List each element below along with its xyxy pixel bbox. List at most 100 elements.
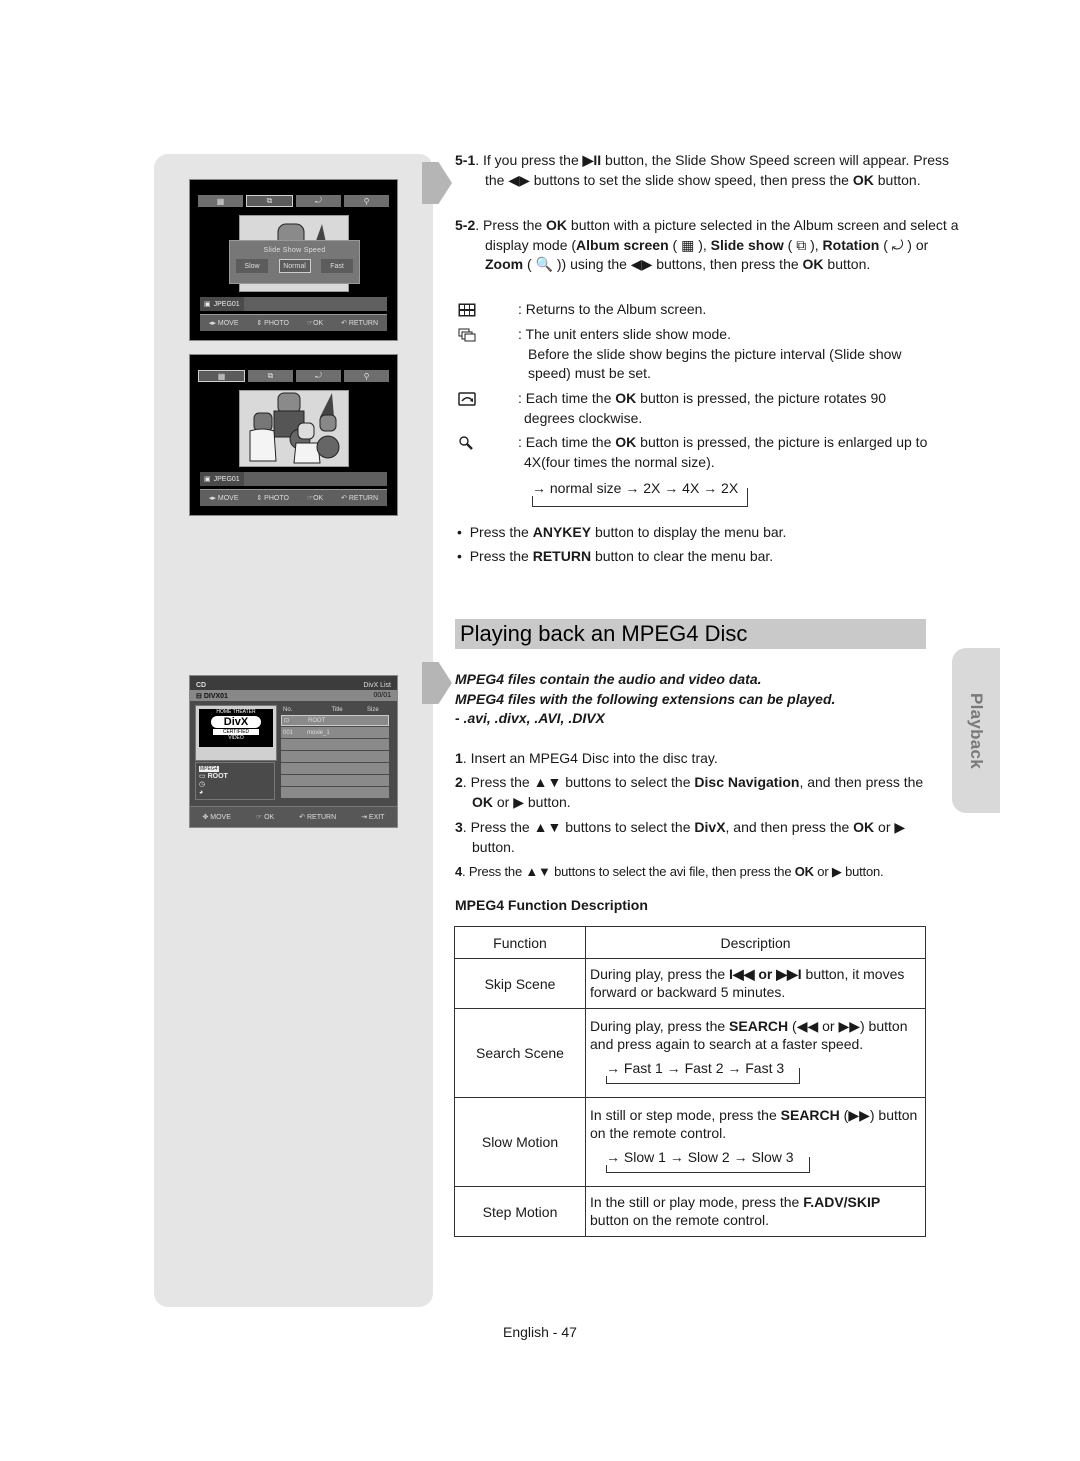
speed-slow-option[interactable]: Slow [236,259,268,273]
folder-bar: ⊟ DIVX01 00/01 [190,690,397,701]
step-text: . Press the ▲▼ buttons to select the [462,774,695,790]
ok-label: OK [546,217,568,233]
function-desc: In the still or play mode, press the F.A… [585,1186,926,1237]
fast-cycle-text: → Fast 1 → Fast 2 → Fast 3 [606,1060,789,1076]
step-text: . Press the [475,217,547,233]
step-text: . Press the ▲▼ buttons to select the avi… [462,864,795,879]
album-grid-icon [458,303,476,317]
zoom-label: Zoom [485,256,524,273]
file-name-bar: ▣ JPEG01 [200,297,387,311]
nav-ok: ☞OK [306,320,324,327]
nav-move: ◂▸ MOVE [208,495,239,502]
fast-cycle-diagram: → Fast 1 → Fast 2 → Fast 3 [606,1059,800,1084]
intro-line: MPEG4 files contain the audio and video … [455,671,762,687]
step-number: 4 [455,864,463,879]
desc-pre: During play, press the [590,965,730,982]
list-item[interactable]: ⊡ ROOT [281,715,389,726]
step-text: or ▶ button. [493,793,571,810]
step-number: 5-2 [455,217,476,233]
parent-folder-icon: ⊡ [284,718,290,724]
step-text: ( ⤾ ) or [879,236,929,253]
album-grid-icon[interactable]: ▦ [198,370,245,382]
osd-divx-list-screen: CD DivX List ⊟ DIVX01 00/01 HOME THEATER… [189,675,398,828]
osd-nav-bar: ◂▸ MOVE ⇕ PHOTO ☞OK ↶ RETURN [200,489,387,506]
col-no: No. [283,707,293,713]
divx-label: DivX [694,819,726,835]
dialog-title: Slide Show Speed [263,247,326,254]
bullet-pre: Press the [469,524,533,540]
desc-pre: During play, press the [590,1018,730,1034]
file-name: JPEG01 [213,475,240,483]
item-title: ROOT [308,717,326,724]
icon-desc-album: : Returns to the Album screen. [458,300,928,320]
empty-row [281,751,389,762]
ok-label: OK [615,390,637,406]
step-5-1: 5-1. If you press the ▶II button, the Sl… [455,151,960,190]
list-item[interactable]: 001 movie_1 [281,727,389,738]
file-name: JPEG01 [213,300,240,308]
file-list-header: No. Title Size [281,705,389,715]
function-name: Step Motion [454,1186,586,1237]
osd-mode-tabs: ▦ ⧉ ⤾ ⚲ [198,195,389,207]
step-text: button. [873,171,921,188]
nav-return: ↶ RETURN [341,320,379,327]
intro-line: - .avi, .divx, .AVI, .DIVX [455,710,605,726]
icon-desc-text: : Each time the OK button is pressed, th… [518,433,928,472]
format-badge: MPEG4 [199,766,219,772]
list-title: DivX List [363,682,391,689]
slideshow-icon[interactable]: ⧉ [246,195,293,207]
step-number: 3 [455,819,463,835]
bullet-post: button to clear the menu bar. [591,547,774,564]
nav-move: ✥ MOVE [202,814,231,821]
photo-file-icon: ▣ [204,476,211,483]
section-arrow-icon [422,662,452,704]
slideshow-icon[interactable]: ⧉ [248,370,293,382]
col-size: Size [367,707,379,713]
photo-file-icon: ▣ [204,301,211,308]
desc-post: button on the remote control. [590,1211,769,1228]
desc-pre: In the still or play mode, press the [590,1193,804,1210]
osd-nav-bar: ◂▸ MOVE ⇕ PHOTO ☞OK ↶ RETURN [200,314,387,331]
zoom-icon[interactable]: ⚲ [344,370,389,382]
bullet-item: • Press the ANYKEY button to display the… [457,524,787,540]
function-name: Skip Scene [454,958,586,1009]
divx-logo-panel: HOME THEATER DivX CERTIFIED VIDEO [195,705,277,761]
section-arrow-icon [422,162,452,204]
logo-main-text: DivX [211,716,261,728]
ok-label: OK [853,819,875,835]
bullet-pre: Press the [469,547,533,564]
rotation-icon[interactable]: ⤾ [296,195,341,207]
step-text: ( 🔍 )) using the ◀▶ buttons, then press … [523,256,803,273]
item-no: 001 [283,729,294,736]
zoom-icon[interactable]: ⚲ [344,195,389,207]
table-row: Search Scene During play, press the SEAR… [454,1008,926,1098]
speed-fast-option[interactable]: Fast [321,259,353,273]
return-label: RETURN [532,547,592,564]
nav-return: ↶ RETURN [341,495,379,502]
folder-icon: ▭ [199,773,208,780]
header-function: Function [454,926,586,959]
divx-certified-logo: HOME THEATER DivX CERTIFIED VIDEO [199,709,273,747]
table-header-row: Function Description [454,926,926,959]
bullet-list: • Press the ANYKEY button to display the… [457,523,927,566]
logo-bottom-text: VIDEO [228,735,244,741]
skip-buttons-icon: I◀◀ or ▶▶I [729,965,802,982]
step-1: 1. Insert an MPEG4 Disc into the disc tr… [455,749,930,769]
rotation-icon[interactable]: ⤾ [296,370,341,382]
rotation-icon [458,392,476,406]
step-number: 5-1 [455,152,476,168]
ok-label: OK [802,256,824,273]
play-pause-icon: ▶II [582,152,602,168]
function-desc: During play, press the I◀◀ or ▶▶I button… [585,958,926,1009]
playback-section-tab[interactable]: Playback [952,648,1000,813]
page-footer: English - 47 [503,1324,577,1340]
speed-normal-option[interactable]: Normal [278,259,311,273]
step-number: 1 [455,750,463,766]
desc-pre: In still or step mode, press the [590,1107,781,1123]
album-grid-icon[interactable]: ▦ [198,195,243,207]
nav-move: ◂▸ MOVE [208,320,239,327]
header-description: Description [585,926,926,959]
step-3: 3. Press the ▲▼ buttons to select the Di… [455,818,947,857]
bullet-item: • Press the RETURN button to clear the m… [457,547,774,564]
step-text: button. [823,256,871,273]
